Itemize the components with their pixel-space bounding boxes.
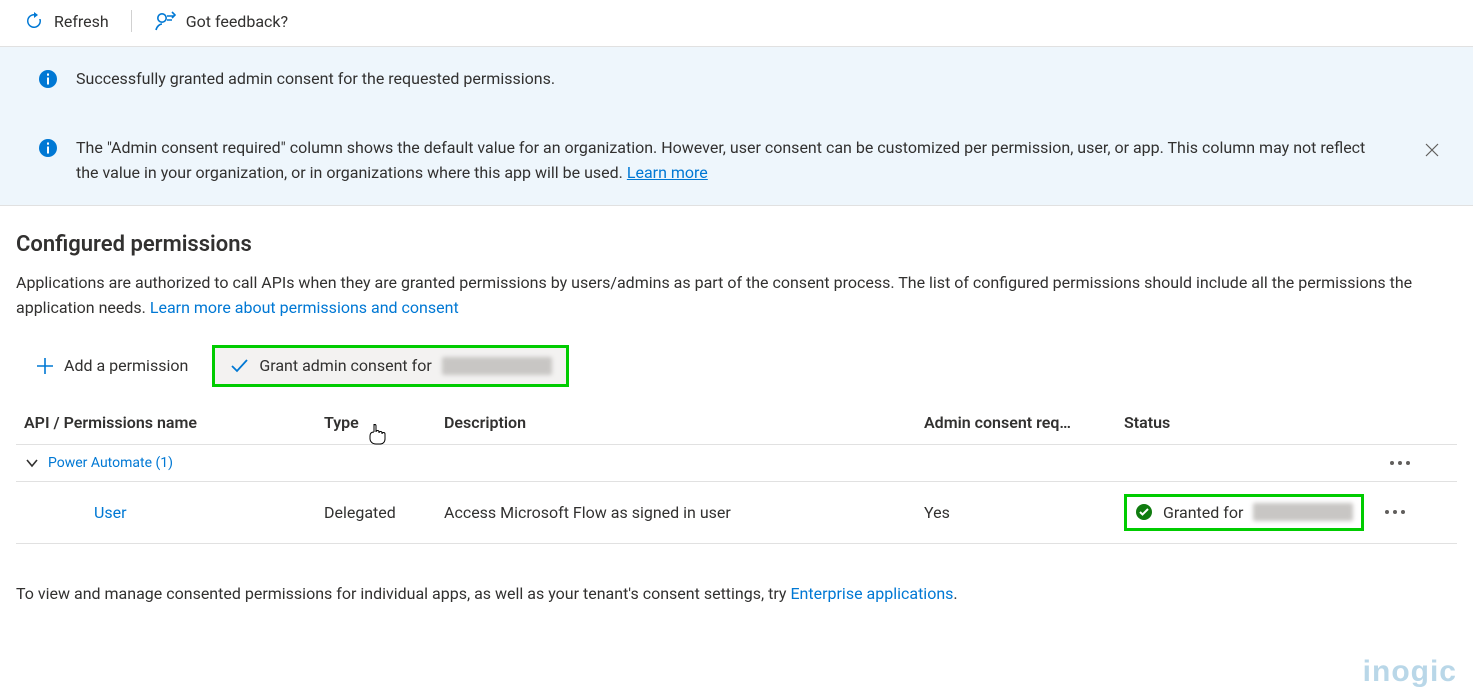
banner-info-text: The "Admin consent required" column show… (76, 136, 1376, 186)
info-icon (38, 69, 58, 92)
col-admin: Admin consent req… (924, 413, 1124, 432)
feedback-button[interactable]: Got feedback? (154, 10, 288, 32)
chevron-down-icon (24, 455, 40, 471)
permission-type: Delegated (324, 503, 444, 522)
grant-admin-consent-label: Grant admin consent for (259, 356, 431, 375)
toolbar-divider (131, 10, 132, 32)
section-description: Applications are authorized to call APIs… (16, 271, 1456, 321)
banner-info-link[interactable]: Learn more (627, 163, 708, 182)
row-menu-button[interactable] (1384, 509, 1444, 515)
permission-name-link[interactable]: User (24, 503, 324, 522)
table-header: API / Permissions name Type Description … (16, 401, 1457, 445)
grant-admin-consent-button[interactable]: Grant admin consent for (212, 345, 568, 387)
permission-admin-required: Yes (924, 503, 1124, 522)
toolbar: Refresh Got feedback? (0, 0, 1473, 46)
api-group-toggle[interactable]: Power Automate (1) (24, 455, 1389, 471)
banner-success-text: Successfully granted admin consent for t… (76, 67, 555, 92)
api-group-row: Power Automate (1) (16, 445, 1457, 482)
enterprise-applications-link[interactable]: Enterprise applications (790, 584, 953, 603)
banners: Successfully granted admin consent for t… (0, 46, 1473, 206)
feedback-label: Got feedback? (186, 12, 288, 31)
refresh-button[interactable]: Refresh (24, 11, 109, 31)
permissions-learn-more-link[interactable]: Learn more about permissions and consent (150, 298, 459, 317)
feedback-icon (154, 10, 176, 32)
info-icon (38, 138, 58, 186)
permissions-table: API / Permissions name Type Description … (0, 401, 1473, 544)
footer-hint: To view and manage consented permissions… (0, 544, 1473, 603)
status-badge: Granted for (1124, 494, 1364, 531)
add-permission-label: Add a permission (64, 356, 188, 375)
status-text: Granted for (1163, 503, 1243, 522)
table-row: User Delegated Access Microsoft Flow as … (16, 482, 1457, 544)
col-desc: Description (444, 413, 924, 432)
check-circle-icon (1135, 503, 1153, 521)
col-type: Type (324, 413, 444, 432)
check-icon (229, 356, 249, 376)
refresh-label: Refresh (54, 12, 109, 31)
action-row: Add a permission Grant admin consent for (16, 321, 1457, 401)
banner-success: Successfully granted admin consent for t… (0, 47, 1473, 112)
plus-icon (36, 357, 54, 375)
watermark-logo: inogic (1363, 655, 1457, 689)
add-permission-button[interactable]: Add a permission (24, 348, 200, 383)
status-org-redacted (1253, 503, 1353, 521)
refresh-icon (24, 11, 44, 31)
configured-permissions-section: Configured permissions Applications are … (0, 206, 1473, 401)
col-api: API / Permissions name (24, 413, 324, 432)
section-title: Configured permissions (16, 232, 1457, 257)
banner-info: The "Admin consent required" column show… (0, 112, 1473, 206)
col-status: Status (1124, 413, 1384, 432)
api-group-label: Power Automate (1) (48, 455, 173, 471)
banner-close-button[interactable] (1425, 143, 1439, 157)
permission-description: Access Microsoft Flow as signed in user (444, 503, 924, 522)
row-menu-button[interactable] (1389, 460, 1449, 466)
org-name-redacted (442, 357, 552, 375)
